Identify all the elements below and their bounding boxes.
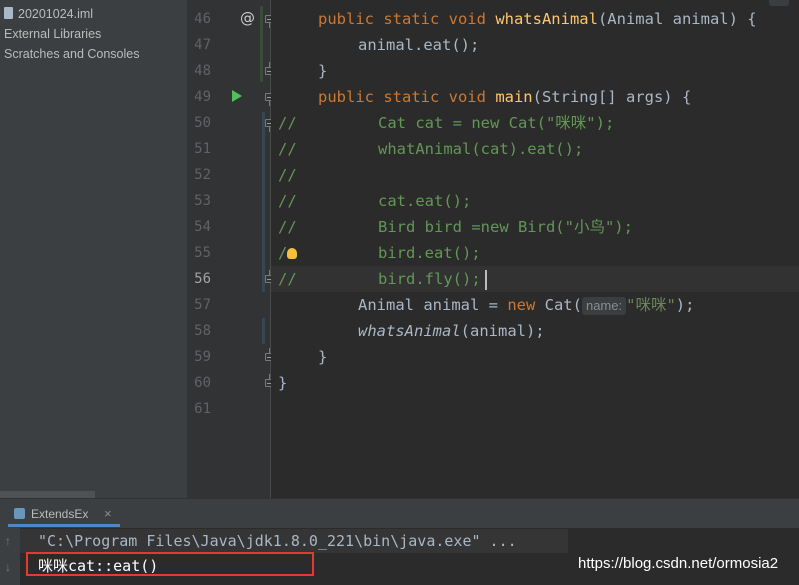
line-number: 54 [194, 219, 211, 235]
highlight-box [26, 552, 314, 576]
code-line-51[interactable]: whatAnimal(cat).eat(); [378, 136, 583, 162]
code-line-57[interactable]: Animal animal = new Cat(name: "咪咪"); [358, 292, 694, 318]
line-number: 60 [194, 375, 211, 391]
code-line-58[interactable]: whatsAnimal(animal); [358, 318, 545, 344]
comment-prefix: // [278, 166, 297, 184]
horizontal-scrollbar[interactable] [0, 491, 95, 498]
tab-extendsex[interactable]: ExtendsEx [14, 506, 88, 522]
code-line-55[interactable]: bird.eat(); [378, 240, 481, 266]
line-number: 58 [194, 323, 211, 339]
code-line-54[interactable]: Bird bird =new Bird("小鸟"); [378, 214, 633, 240]
run-icon[interactable] [232, 90, 242, 102]
sidebar-item-iml[interactable]: 20201024.iml [4, 4, 93, 24]
comment-prefix: // [278, 270, 297, 288]
comment-prefix: // [278, 218, 297, 236]
file-icon [4, 7, 13, 19]
code-line-46[interactable]: public static void whatsAnimal(Animal an… [318, 6, 757, 32]
line-number-current: 56 [194, 271, 211, 287]
arrow-up-icon[interactable]: ↑ [5, 534, 11, 548]
line-number: 50 [194, 115, 211, 131]
override-icon[interactable]: @ [240, 9, 255, 27]
line-number: 47 [194, 37, 211, 53]
sidebar-item-label: Scratches and Consoles [4, 47, 140, 61]
line-number: 53 [194, 193, 211, 209]
comment-prefix: // [278, 140, 297, 158]
code-line-47[interactable]: animal.eat(); [358, 32, 479, 58]
code-line-53[interactable]: cat.eat(); [378, 188, 471, 214]
code-line-60[interactable]: } [278, 370, 287, 396]
code-line-59[interactable]: } [318, 344, 327, 370]
current-line-highlight [271, 266, 799, 292]
code-line-50[interactable]: Cat cat = new Cat("咪咪"); [378, 110, 614, 136]
lightbulb-icon[interactable] [287, 248, 297, 259]
code-line-49[interactable]: public static void main(String[] args) { [318, 84, 691, 110]
comment-prefix: / [278, 244, 288, 262]
project-sidebar: 20201024.iml External Libraries Scratche… [0, 0, 187, 498]
line-number: 51 [194, 141, 211, 157]
line-number: 59 [194, 349, 211, 365]
comment-prefix: // [278, 192, 297, 210]
editor-top-badge [769, 0, 789, 6]
line-number: 57 [194, 297, 211, 313]
parameter-hint: name: [581, 297, 627, 315]
active-tab-indicator [8, 524, 120, 527]
code-line-56[interactable]: bird.fly(); [378, 266, 481, 292]
sidebar-item-scratches[interactable]: Scratches and Consoles [4, 44, 140, 64]
text-caret [485, 270, 487, 290]
line-number: 48 [194, 63, 211, 79]
code-line-48[interactable]: } [318, 58, 327, 84]
change-marker[interactable] [262, 318, 265, 344]
run-config-icon [14, 508, 25, 519]
line-number: 49 [194, 89, 211, 105]
line-number: 61 [194, 401, 211, 417]
console-command-line[interactable]: "C:\Program Files\Java\jdk1.8.0_221\bin\… [38, 528, 517, 554]
line-number: 52 [194, 167, 211, 183]
change-marker[interactable] [260, 6, 263, 82]
arrow-down-icon[interactable]: ↓ [5, 560, 11, 574]
sidebar-item-label: 20201024.iml [18, 7, 94, 21]
comment-prefix: // [278, 114, 297, 132]
sidebar-item-external-libraries[interactable]: External Libraries [4, 24, 101, 44]
code-editor[interactable] [271, 0, 799, 498]
sidebar-item-label: External Libraries [4, 27, 102, 41]
run-tab-label: ExtendsEx [31, 507, 89, 521]
line-number: 46 [194, 11, 211, 27]
close-icon[interactable]: × [104, 506, 112, 521]
line-number: 55 [194, 245, 211, 261]
change-marker[interactable] [262, 112, 265, 292]
watermark: https://blog.csdn.net/ormosia2 [578, 555, 779, 572]
